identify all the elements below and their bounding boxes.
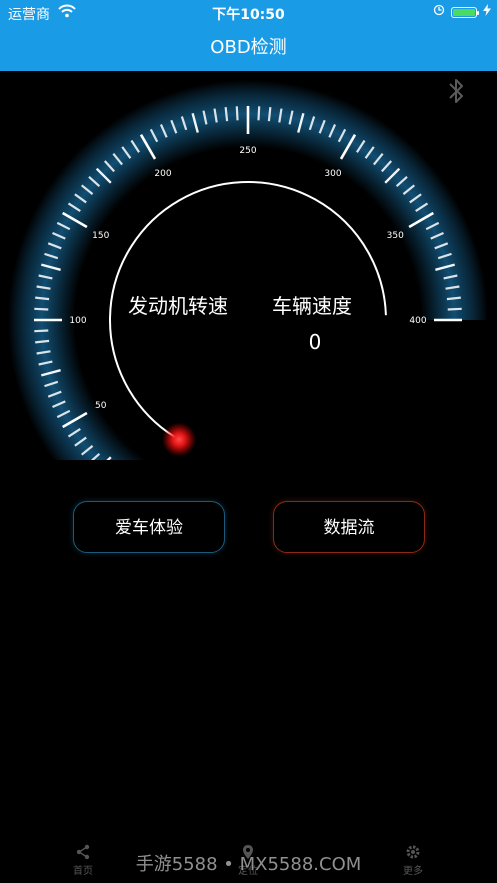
watermark-text: 手游5588 • MX5588.COM [135, 854, 362, 875]
gauge-tick-label: 50 [95, 401, 107, 411]
gauge-tick-label: 300 [324, 169, 341, 179]
gauge-tick-label: 400 [409, 316, 426, 326]
status-bar: 运营商 下午10:50 [0, 0, 497, 26]
gauge-tick [267, 107, 272, 122]
speed-gauge: 0 50 100 150 200 250 300 350 400 [8, 80, 488, 460]
gauge-tick [35, 296, 50, 301]
status-time: 下午10:50 [212, 7, 285, 23]
nav-bar: OBD检测 [0, 26, 497, 71]
gauge-tick [235, 106, 239, 121]
gauge-tick-label: 100 [69, 316, 86, 326]
data-stream-button[interactable]: 数据流 [273, 501, 425, 553]
vehicle-speed-label: 车辆速度 [272, 294, 352, 318]
page-title: OBD检测 [210, 37, 287, 58]
gauge-tick-label: 250 [239, 146, 256, 156]
engine-rpm-label: 发动机转速 [128, 294, 228, 318]
gauge-tick [446, 296, 461, 301]
car-experience-button[interactable]: 爱车体验 [73, 501, 225, 553]
gauge-tick [34, 329, 49, 333]
gauge-tick [224, 107, 229, 122]
gauge-tick [35, 339, 50, 344]
needle-indicator [162, 422, 196, 457]
charging-icon [483, 4, 491, 20]
speed-value: 0 [308, 330, 322, 354]
gauge-tick [257, 106, 261, 121]
gauge-tick-label: 150 [92, 231, 109, 241]
gauge-tick-label: 200 [154, 169, 171, 179]
battery-icon [451, 6, 479, 18]
screen-lock-icon [433, 4, 445, 20]
gauge-tick-label: 350 [387, 231, 404, 241]
status-right-group [433, 4, 491, 20]
gauge-glow [8, 80, 488, 460]
gauge-tick [34, 307, 49, 311]
gauge-tick [447, 307, 462, 311]
